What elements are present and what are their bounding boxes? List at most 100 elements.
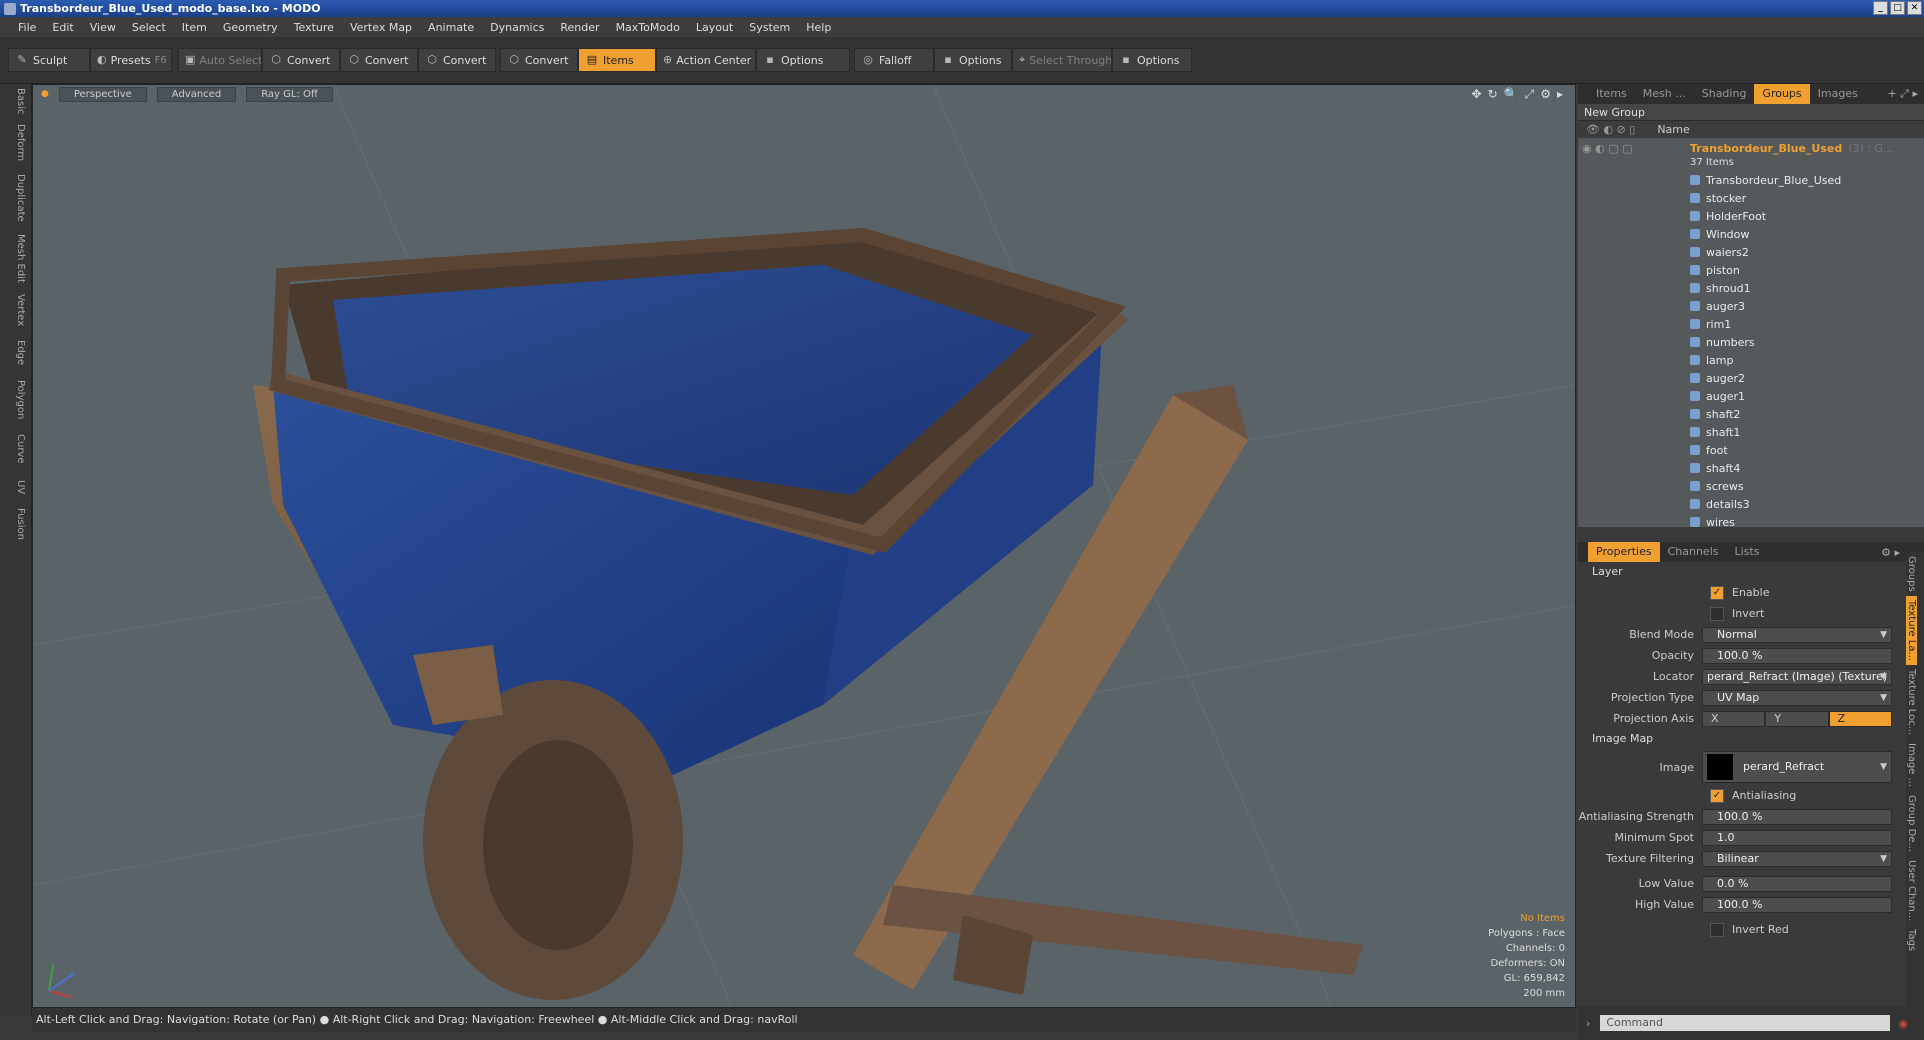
convert-vertices-button[interactable]: ⬡ Convert [262,48,340,72]
texture-filtering-dropdown[interactable]: Bilinear ▼ [1702,850,1892,867]
list-item[interactable]: rim1 [1578,315,1924,333]
minimize-button[interactable]: _ [1873,1,1888,15]
panel-settings-icon[interactable]: ⚙ ▸ [1881,546,1900,559]
viewport-expand-icon[interactable]: ▸ [1557,87,1563,102]
menu-vertex-map[interactable]: Vertex Map [342,21,420,34]
command-input[interactable]: Command [1600,1015,1891,1031]
blend-mode-dropdown[interactable]: Normal ▼ [1702,626,1892,643]
menu-system[interactable]: System [741,21,798,34]
tab-uv[interactable]: UV [6,480,26,494]
name-column-header[interactable]: Name [1657,123,1689,136]
list-item[interactable]: details3 [1578,495,1924,513]
opacity-field[interactable]: 100.0 % [1702,647,1892,664]
axis-y-button[interactable]: Y [1765,710,1829,727]
tab-basic[interactable]: Basic [6,88,26,114]
list-item[interactable]: screws [1578,477,1924,495]
list-item[interactable]: shroud1 [1578,279,1924,297]
presets-button[interactable]: ◐ Presets F6 [90,48,172,72]
falloff-options-button[interactable]: ▪ Options [934,48,1012,72]
falloff-button[interactable]: ◎ Falloff [854,48,934,72]
move-view-icon[interactable]: ✥ [1472,87,1482,102]
list-item[interactable]: auger1 [1578,387,1924,405]
axis-x-button[interactable]: X [1702,710,1766,727]
action-center-options-button[interactable]: ▪ Options [756,48,850,72]
locator-dropdown[interactable]: perard_Refract (Image) (Texture) ▼ [1702,668,1892,685]
tab-groups[interactable]: Groups [1754,84,1810,104]
side-tab-image[interactable]: Image ... [1906,739,1917,791]
menu-geometry[interactable]: Geometry [215,21,286,34]
projection-type-dropdown[interactable]: UV Map ▼ [1702,689,1892,706]
raygl-toggle[interactable]: Ray GL: Off [246,86,333,102]
list-item[interactable]: Transbordeur_Blue_Used [1578,171,1924,189]
menu-view[interactable]: View [82,21,124,34]
side-tab-groups[interactable]: Groups [1906,552,1917,596]
convert-items-button[interactable]: ⬡ Convert [500,48,578,72]
tab-shading[interactable]: Shading [1694,84,1755,104]
rotate-view-icon[interactable]: ↻ [1488,87,1498,102]
tab-vertex[interactable]: Vertex [6,294,26,326]
select-through-button[interactable]: ⌖ Select Through [1012,48,1112,72]
tab-fusion[interactable]: Fusion [6,508,26,540]
tab-properties[interactable]: Properties [1588,542,1660,562]
list-item[interactable]: auger2 [1578,369,1924,387]
tab-images[interactable]: Images [1810,84,1866,104]
maximize-view-icon[interactable]: ⤢ [1525,87,1535,102]
3d-viewport[interactable]: ● Perspective Advanced Ray GL: Off ✥ ↻ 🔍… [32,84,1576,1008]
close-button[interactable]: ✕ [1907,1,1922,15]
side-tab-group-display[interactable]: Group De... [1906,791,1917,856]
list-item[interactable]: wires [1578,513,1924,527]
list-item[interactable]: stocker [1578,189,1924,207]
side-tab-texture-layer[interactable]: Texture La... [1906,595,1917,665]
menu-maxtomodo[interactable]: MaxToModo [608,21,688,34]
side-tab-tags[interactable]: Tags [1906,925,1917,955]
command-record-icon[interactable]: ◉ [1898,1017,1908,1030]
tab-edge[interactable]: Edge [6,340,26,365]
list-item[interactable]: shaft4 [1578,459,1924,477]
side-tab-texture-locator[interactable]: Texture Loc... [1906,665,1917,739]
add-tab-icon[interactable]: + ⤢ ▸ [1887,87,1918,101]
group-visibility-icon[interactable]: ◉ ◐ ▢ ▢ [1582,142,1642,155]
auto-select-button[interactable]: ▣ Auto Select [178,48,262,72]
low-value-field[interactable]: 0.0 % [1702,875,1892,892]
tab-polygon[interactable]: Polygon [6,380,26,419]
tab-curve[interactable]: Curve [6,434,26,464]
maximize-button[interactable]: □ [1890,1,1905,15]
tab-duplicate[interactable]: Duplicate [6,174,26,222]
menu-edit[interactable]: Edit [44,21,81,34]
menu-texture[interactable]: Texture [286,21,342,34]
view-type-dropdown[interactable]: Perspective [58,86,147,102]
min-spot-field[interactable]: 1.0 [1702,829,1892,846]
tab-mesh[interactable]: Mesh ... [1635,84,1694,104]
menu-render[interactable]: Render [552,21,607,34]
aa-strength-field[interactable]: 100.0 % [1702,808,1892,825]
tab-mesh-edit[interactable]: Mesh Edit [6,234,26,283]
side-tab-user-channels[interactable]: User Chan... [1906,856,1917,925]
list-item[interactable]: Window [1578,225,1924,243]
command-expand-icon[interactable]: › [1586,1017,1590,1030]
tab-lists[interactable]: Lists [1727,542,1768,562]
antialiasing-checkbox[interactable]: ✓ [1710,788,1724,803]
axis-z-button[interactable]: Z [1828,710,1892,727]
zoom-view-icon[interactable]: 🔍 [1504,87,1519,102]
enable-checkbox[interactable]: ✓ [1710,585,1724,600]
menu-item[interactable]: Item [174,21,215,34]
list-item[interactable]: foot [1578,441,1924,459]
invert-red-checkbox[interactable] [1710,922,1724,937]
viewport-menu-icon[interactable]: ● [41,89,49,99]
menu-file[interactable]: File [10,21,44,34]
group-row[interactable]: ◉ ◐ ▢ ▢ Transbordeur_Blue_Used (3) : G..… [1578,139,1924,157]
menu-dynamics[interactable]: Dynamics [482,21,552,34]
sculpt-button[interactable]: ✎ Sculpt [8,48,90,72]
viewport-settings-icon[interactable]: ⚙ [1540,87,1551,102]
new-group-button[interactable]: New Group [1578,104,1924,121]
list-item[interactable]: HolderFoot [1578,207,1924,225]
tab-channels[interactable]: Channels [1660,542,1727,562]
menu-help[interactable]: Help [798,21,839,34]
list-item[interactable]: shaft1 [1578,423,1924,441]
list-item[interactable]: piston [1578,261,1924,279]
menu-layout[interactable]: Layout [688,21,741,34]
list-item[interactable]: lamp [1578,351,1924,369]
select-through-options-button[interactable]: ▪ Options [1112,48,1192,72]
shading-dropdown[interactable]: Advanced [156,86,237,102]
items-mode-button[interactable]: ▤ Items [578,48,656,72]
